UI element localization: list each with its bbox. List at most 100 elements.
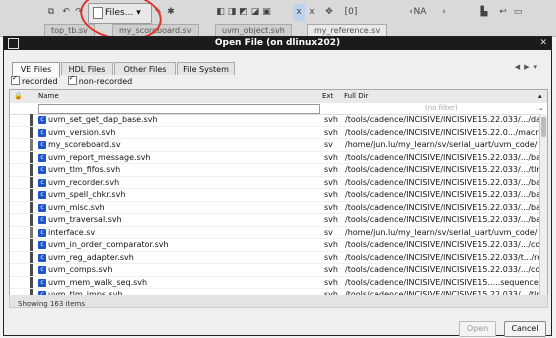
tool-icon[interactable]: ▭ xyxy=(512,4,524,21)
file-name: uvm_spell_chkr.svh xyxy=(48,190,126,199)
file-dir: /tools/cadence/INCISIVE/INCISIVE15.22.03… xyxy=(345,177,548,187)
table-row[interactable]: c uvm_traversal.svh svh/tools/cadence/INCI… xyxy=(10,214,547,227)
record-marker xyxy=(30,276,33,288)
non-recorded-checkbox[interactable]: non-recorded xyxy=(67,74,132,86)
file-dir: /tools/cadence/INCISIVE/INCISIVE15.22.03… xyxy=(345,190,548,199)
file-ext: svh xyxy=(324,215,338,224)
name-filter-input[interactable] xyxy=(38,104,320,114)
column-ext[interactable]: Ext xyxy=(322,90,333,103)
tab-ve-files[interactable]: VE Files xyxy=(12,62,60,77)
file-ext: sv xyxy=(324,140,333,149)
file-dir: /home/jun.lu/my_learn/sv/serial_uart/uvm… xyxy=(345,227,538,237)
file-icon xyxy=(93,6,103,19)
recorded-label: recorded xyxy=(22,77,58,86)
file-ext: svh xyxy=(324,177,338,187)
table-row[interactable]: c my_scoreboard.sv sv/home/jun.lu/my_learn… xyxy=(10,139,540,152)
italic-icon[interactable]: x xyxy=(293,4,305,21)
table-row[interactable]: c uvm_set_get_dap_base.svh svh/tools/caden… xyxy=(10,114,547,127)
item-count: Showing 163 items xyxy=(18,300,85,308)
source-file-icon: c xyxy=(38,278,46,287)
source-file-icon: c xyxy=(38,241,46,249)
open-file-dialog: Open File (on dlinux202) ✕ VE Files HDL … xyxy=(3,36,552,337)
close-icon[interactable]: ✕ xyxy=(539,37,547,50)
table-row[interactable]: c uvm_recorder.svh svh/tools/cadence/INCIS… xyxy=(10,176,547,189)
vertical-scrollbar[interactable] xyxy=(539,114,547,299)
pencil-icon[interactable]: ✎ xyxy=(152,4,164,21)
scroll-thumb[interactable] xyxy=(541,117,546,137)
table-row[interactable]: c uvm_report_message.svh svh/tools/cadence… xyxy=(10,151,547,164)
record-marker xyxy=(30,126,33,138)
recorded-checkbox[interactable]: recorded xyxy=(11,74,58,86)
file-dir: /tools/cadence/INCISIVE/INCISIVE15.22.03… xyxy=(345,202,548,212)
table-row[interactable]: c uvm_mem_walk_seq.svh svh/tools/cadence/I… xyxy=(10,276,546,289)
source-file-icon: c xyxy=(38,166,46,174)
file-dir: /tools/cadence/INCISIVE/INCISIVE15.22.03… xyxy=(345,115,548,124)
bracket-indicator: [0] xyxy=(344,7,358,17)
table-row[interactable]: c uvm_in_order_comparator.svh svh/tools/ca… xyxy=(10,239,547,252)
file-ext: svh xyxy=(324,165,338,174)
file-name: uvm_set_get_dap_base.svh xyxy=(48,115,158,124)
file-ext: svh xyxy=(324,240,338,249)
file-name: uvm_recorder.svh xyxy=(48,177,120,187)
terminal-icon[interactable]: ▙ xyxy=(478,4,490,21)
nav-icons[interactable]: ◧◨◩◪▣ xyxy=(205,4,285,21)
undo-icon[interactable]: ↶ xyxy=(60,4,72,21)
file-dir: /tools/cadence/INCISIVE/INCISIVE15.22.03… xyxy=(345,240,548,249)
source-file-icon: c xyxy=(38,191,46,199)
redo-icon[interactable]: ↷ xyxy=(73,4,85,21)
chevron-down-icon[interactable]: ⌄ xyxy=(538,103,544,114)
dialog-title: Open File (on dlinux202) xyxy=(214,38,341,48)
next-icon[interactable]: › xyxy=(438,4,450,21)
file-ext: svh xyxy=(324,277,338,287)
file-name: uvm_report_message.svh xyxy=(48,152,151,162)
filter-placeholder: (no filter) xyxy=(425,104,458,112)
back-icon[interactable]: ↩ xyxy=(497,4,509,21)
tab-file-system[interactable]: File System xyxy=(177,62,235,75)
cancel-button[interactable]: Cancel xyxy=(504,321,546,337)
file-name: uvm_mem_walk_seq.svh xyxy=(48,277,148,287)
source-file-icon: c xyxy=(38,203,46,212)
expand-icon[interactable]: ▴ xyxy=(538,90,542,103)
table-row[interactable]: c uvm_comps.svh svh/tools/cadence/INCISIVE… xyxy=(10,264,547,277)
table-row[interactable]: c uvm_spell_chkr.svh svh/tools/cadence/INC… xyxy=(10,189,547,202)
source-file-icon: c xyxy=(38,266,46,274)
record-marker xyxy=(30,151,33,163)
source-file-icon: c xyxy=(38,128,46,137)
file-dir: /tools/cadence/INCISIVE/INCISIVE15.22.0.… xyxy=(345,127,548,137)
table-row[interactable]: c uvm_version.svh svh/tools/cadence/INCISI… xyxy=(10,126,547,139)
record-marker xyxy=(30,164,33,176)
files-button-label: Files... xyxy=(105,8,134,18)
bug-icon[interactable]: ✱ xyxy=(165,4,177,21)
record-marker xyxy=(30,114,33,126)
table-row[interactable]: c uvm_misc.svh svh/tools/cadence/INCISIVE/… xyxy=(10,201,547,214)
table-row[interactable]: c uvm_tlm_fifos.svh svh/tools/cadence/INCI… xyxy=(10,164,547,177)
window-menu-icon[interactable] xyxy=(8,38,19,49)
file-ext: svh xyxy=(324,190,338,199)
window-icon[interactable]: ⧉ xyxy=(44,4,58,21)
column-dir[interactable]: Full Dir xyxy=(344,90,368,103)
lock-icon[interactable]: 🔒 xyxy=(14,90,23,103)
file-dir: /tools/cadence/INCISIVE/INCISIVE15.22.03… xyxy=(345,165,548,174)
check-icon xyxy=(11,74,20,85)
file-dir: /tools/cadence/INCISIVE/INCISIVE15.....s… xyxy=(345,277,546,287)
file-name: uvm_reg_adapter.svh xyxy=(48,252,134,262)
table-row[interactable]: c interface.sv sv/home/jun.lu/my_learn/sv/… xyxy=(10,226,540,239)
files-button[interactable]: Files... ▾ xyxy=(88,3,152,24)
file-ext: sv xyxy=(324,227,333,237)
file-dir: /tools/cadence/INCISIVE/INCISIVE15.22.03… xyxy=(345,152,548,162)
move-icon[interactable]: ✥ xyxy=(322,4,336,21)
table-row[interactable]: c uvm_reg_adapter.svh svh/tools/cadence/IN… xyxy=(10,251,547,264)
file-name: uvm_version.svh xyxy=(48,127,116,137)
file-name: uvm_traversal.svh xyxy=(48,215,122,224)
tab-other-files[interactable]: Other Files xyxy=(114,62,176,75)
file-name: uvm_comps.svh xyxy=(48,265,113,274)
file-ext: svh xyxy=(324,252,338,262)
app-toolbar: ⧉ ↶ ↷ Files... ▾ ✎ ✱ ◧◨◩◪▣ x x ✥ [0] ‹ N… xyxy=(0,0,556,46)
open-button[interactable]: Open xyxy=(459,321,496,337)
column-name[interactable]: Name xyxy=(38,90,59,103)
tab-scroll-icons[interactable]: ◀▶▾ xyxy=(515,63,541,71)
file-ext: svh xyxy=(324,202,338,212)
file-dir: /tools/cadence/INCISIVE/INCISIVE15.22.03… xyxy=(345,265,548,274)
status-bar xyxy=(9,295,548,308)
format-icon[interactable]: x xyxy=(306,4,318,21)
